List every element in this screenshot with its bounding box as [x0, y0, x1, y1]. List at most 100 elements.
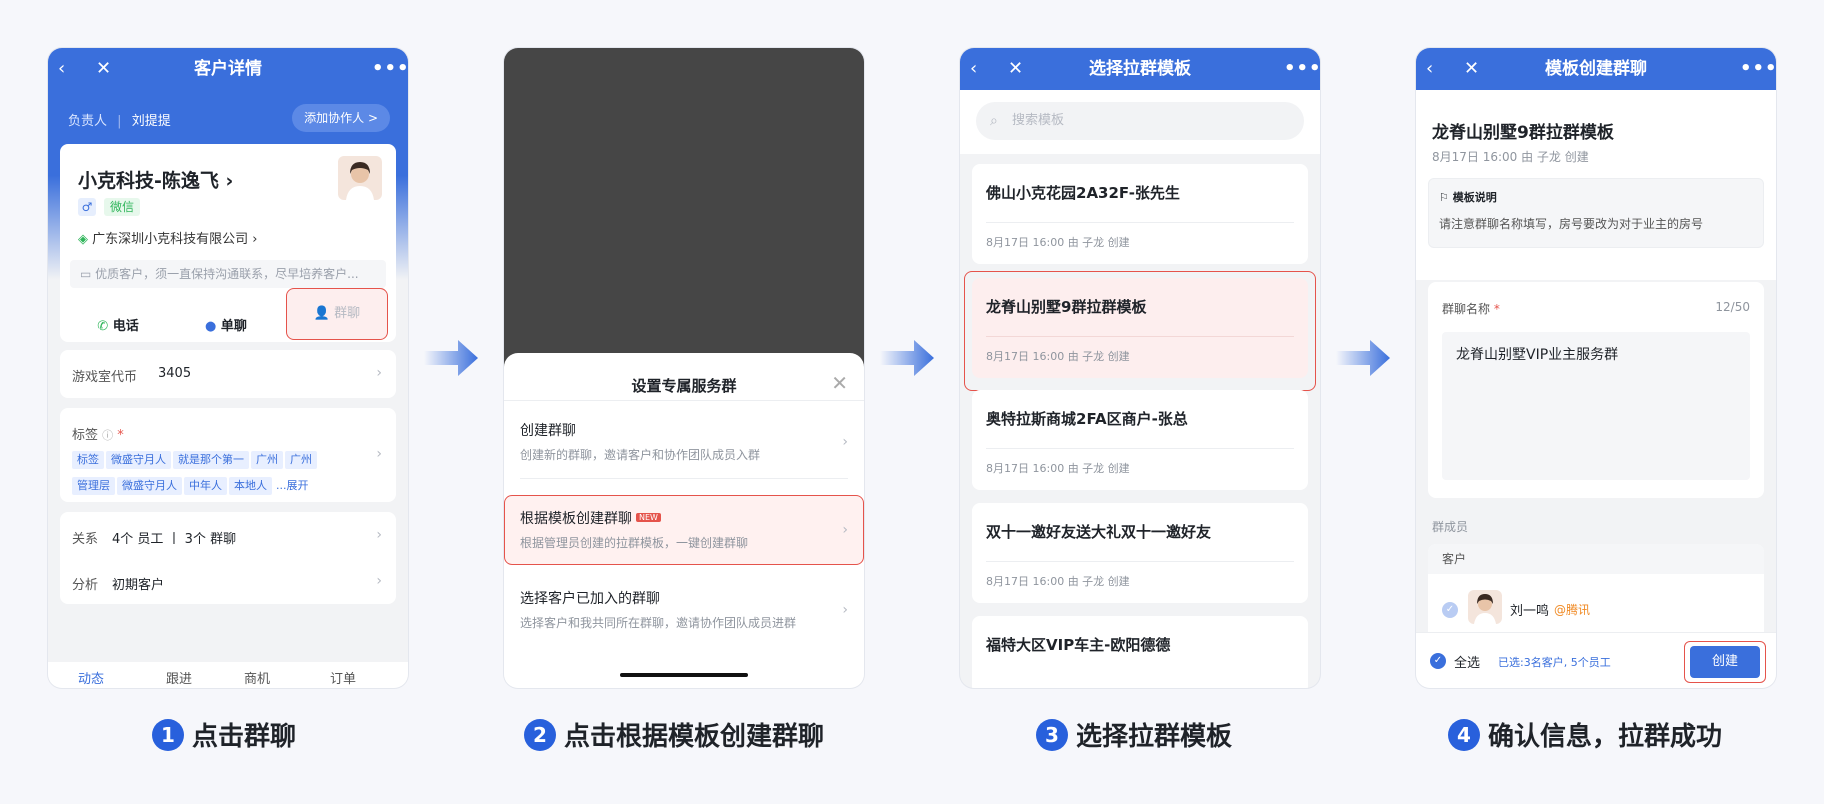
option-join-existing-title[interactable]: 选择客户已加入的群聊	[520, 588, 660, 608]
step-number: 2	[524, 719, 556, 751]
home-indicator	[620, 673, 748, 677]
step-text: 点击根据模板创建群聊	[564, 722, 825, 752]
sheet-title: 设置专属服务群	[631, 377, 737, 395]
phone-template-create-group: ‹ ✕ 模板创建群聊 ••• 龙脊山别墅9群拉群模板 8月17日 16:00 由…	[1416, 48, 1776, 688]
phone-button[interactable]: ✆ 电话	[68, 300, 168, 354]
more-icon[interactable]: •••	[372, 48, 408, 90]
option-template-group-label: 根据模板创建群聊	[520, 511, 632, 527]
tags-list: 标签 微盛守月人 就是那个第一 广州 广州 管理层 微盛守月人 中年人 本地人 ...展开	[72, 448, 372, 500]
bottom-tabs: 动态 跟进 商机 订单	[48, 662, 408, 688]
template-meta: 8月17日 16:00 由 子龙 创建	[1432, 150, 1589, 164]
customer-name[interactable]: 小克科技-陈逸飞 ›	[78, 166, 233, 193]
tab-orders[interactable]: 订单	[330, 668, 356, 687]
chat-icon: ●	[205, 319, 217, 334]
option-template-group-title[interactable]: 根据模板创建群聊 NEW	[520, 508, 661, 528]
more-icon[interactable]: •••	[1284, 48, 1320, 90]
step-text: 确认信息，拉群成功	[1488, 722, 1723, 752]
tag-chip: 微盛守月人	[117, 477, 182, 495]
member-org: @腾讯	[1554, 603, 1591, 617]
page-title: 选择拉群模板	[1089, 59, 1191, 79]
option-template-group-desc: 根据管理员创建的拉群模板，一键创建群聊	[520, 536, 749, 550]
members-label: 群成员	[1432, 520, 1469, 534]
selected-summary[interactable]: 已选:3名客户, 5个员工	[1498, 654, 1611, 670]
group-name-input[interactable]: 龙脊山别墅VIP业主服务群	[1442, 332, 1750, 480]
tags-label-text: 标签	[72, 428, 99, 443]
tag-chip: 中年人	[184, 477, 227, 495]
flag-icon: ⚐	[1439, 191, 1449, 204]
customer-section-label: 客户	[1428, 544, 1764, 574]
divider	[986, 448, 1294, 449]
template-meta: 8月17日 16:00 由 子龙 创建	[986, 462, 1130, 475]
analysis-label: 分析	[72, 578, 99, 593]
note-text: 优质客户，须一直保持沟通联系，尽早培养客户...	[95, 267, 359, 281]
member-avatar	[1468, 590, 1502, 624]
verified-shield-icon: ◈	[78, 232, 88, 247]
note-icon: ▭	[80, 267, 96, 281]
tab-activity[interactable]: 动态	[78, 668, 104, 687]
members-card: 客户 ✓ 刘一鸣 @腾讯	[1428, 544, 1764, 644]
analysis-value[interactable]: 初期客户	[112, 574, 164, 593]
option-join-existing-desc: 选择客户和我共同所在群聊，邀请协作团队成员进群	[520, 616, 797, 630]
option-create-group-desc: 创建新的群聊，邀请客户和协作团队成员入群	[520, 448, 761, 462]
group-icon: 👤	[313, 306, 331, 321]
more-icon[interactable]: •••	[1740, 48, 1776, 90]
option-create-group-title[interactable]: 创建群聊	[520, 420, 576, 440]
coin-row[interactable]: 游戏室代币 3405 ›	[60, 350, 396, 398]
template-name: 奥特拉斯商城2FA区商户-张总	[986, 410, 1188, 428]
search-input[interactable]: 搜索模板	[976, 102, 1304, 140]
tab-opportunity[interactable]: 商机	[244, 668, 270, 687]
template-item-selected[interactable]: 龙脊山别墅9群拉群模板 8月17日 16:00 由 子龙 创建	[972, 278, 1308, 378]
select-all-checkbox[interactable]: ✓	[1430, 653, 1446, 669]
tags-card[interactable]: 标签 ⓘ * 标签 微盛守月人 就是那个第一 广州 广州 管理层 微盛守月人 中年人 本地人.…	[60, 408, 396, 502]
customer-note: ▭ 优质客户，须一直保持沟通联系，尽早培养客户...	[70, 260, 386, 288]
template-item[interactable]: 双十一邀好友送大礼双十一邀好友 8月17日 16:00 由 子龙 创建	[972, 503, 1308, 603]
group-chat-button[interactable]: 👤 群聊	[286, 288, 388, 342]
step-number: 4	[1448, 719, 1480, 751]
gender-icon: ♂	[78, 198, 96, 216]
relation-value[interactable]: 4个 员工 丨 3个 群聊	[112, 528, 236, 547]
tag-chip: 广州	[285, 451, 317, 469]
coin-value: 3405	[158, 366, 192, 381]
chevron-right-icon: ›	[376, 365, 382, 381]
select-all-label: 全选	[1454, 656, 1481, 671]
arrow-right-icon	[424, 340, 478, 376]
chevron-right-icon: ›	[376, 446, 382, 462]
owner-label: 负责人	[68, 114, 108, 129]
company-link[interactable]: ◈ 广东深圳小克科技有限公司 ›	[78, 228, 257, 247]
chevron-right-icon: ›	[376, 527, 382, 543]
template-item[interactable]: 佛山小克花园2A32F-张先生 8月17日 16:00 由 子龙 创建	[972, 164, 1308, 264]
arrow-right-icon	[1336, 340, 1390, 376]
chat-label: 单聊	[220, 319, 247, 334]
template-item[interactable]: 福特大区VIP车主-欧阳德德	[972, 616, 1308, 688]
step-caption: 1 点击群聊	[152, 716, 296, 752]
navbar: ‹ ✕ 模板创建群聊 •••	[1416, 48, 1776, 90]
group-name-label: 群聊名称 *	[1442, 302, 1500, 316]
chat-button[interactable]: ● 单聊	[176, 300, 276, 354]
template-meta: 8月17日 16:00 由 子龙 创建	[986, 236, 1130, 249]
chevron-right-icon: ›	[842, 434, 848, 450]
avatar	[338, 156, 382, 200]
page-title: 客户详情	[194, 59, 262, 79]
add-collaborator-button[interactable]: 添加协作人 >	[292, 104, 390, 132]
template-item[interactable]: 奥特拉斯商城2FA区商户-张总 8月17日 16:00 由 子龙 创建	[972, 390, 1308, 490]
divider	[520, 478, 848, 479]
relation-card: 关系 4个 员工 丨 3个 群聊 › 分析 初期客户 ›	[60, 512, 396, 604]
step-number: 1	[152, 719, 184, 751]
template-name: 双十一邀好友送大礼双十一邀好友	[986, 523, 1212, 541]
phone-set-service-group: 设置专属服务群 ✕ 创建群聊 创建新的群聊，邀请客户和协作团队成员入群 › 根据…	[504, 48, 864, 688]
dim-overlay[interactable]	[504, 48, 864, 368]
expand-tags-link[interactable]: ...展开	[276, 479, 309, 492]
close-icon[interactable]: ✕	[831, 371, 848, 395]
tag-chip: 就是那个第一	[173, 451, 249, 469]
option-highlight-box	[504, 495, 864, 565]
group-name-card: 群聊名称 * 12/50 龙脊山别墅VIP业主服务群	[1428, 282, 1764, 498]
create-button[interactable]: 创建	[1690, 646, 1760, 678]
group-label: 群聊	[334, 306, 361, 321]
member-checkbox[interactable]: ✓	[1442, 602, 1458, 618]
template-name: 福特大区VIP车主-欧阳德德	[986, 636, 1171, 654]
bottom-action-bar: ✓ 全选 已选:3名客户, 5个员工 创建	[1416, 632, 1776, 688]
tag-chip: 标签	[72, 451, 104, 469]
tab-followup[interactable]: 跟进	[166, 668, 192, 687]
search-area: 搜索模板 ⌕	[960, 90, 1320, 154]
step-number: 3	[1036, 719, 1068, 751]
